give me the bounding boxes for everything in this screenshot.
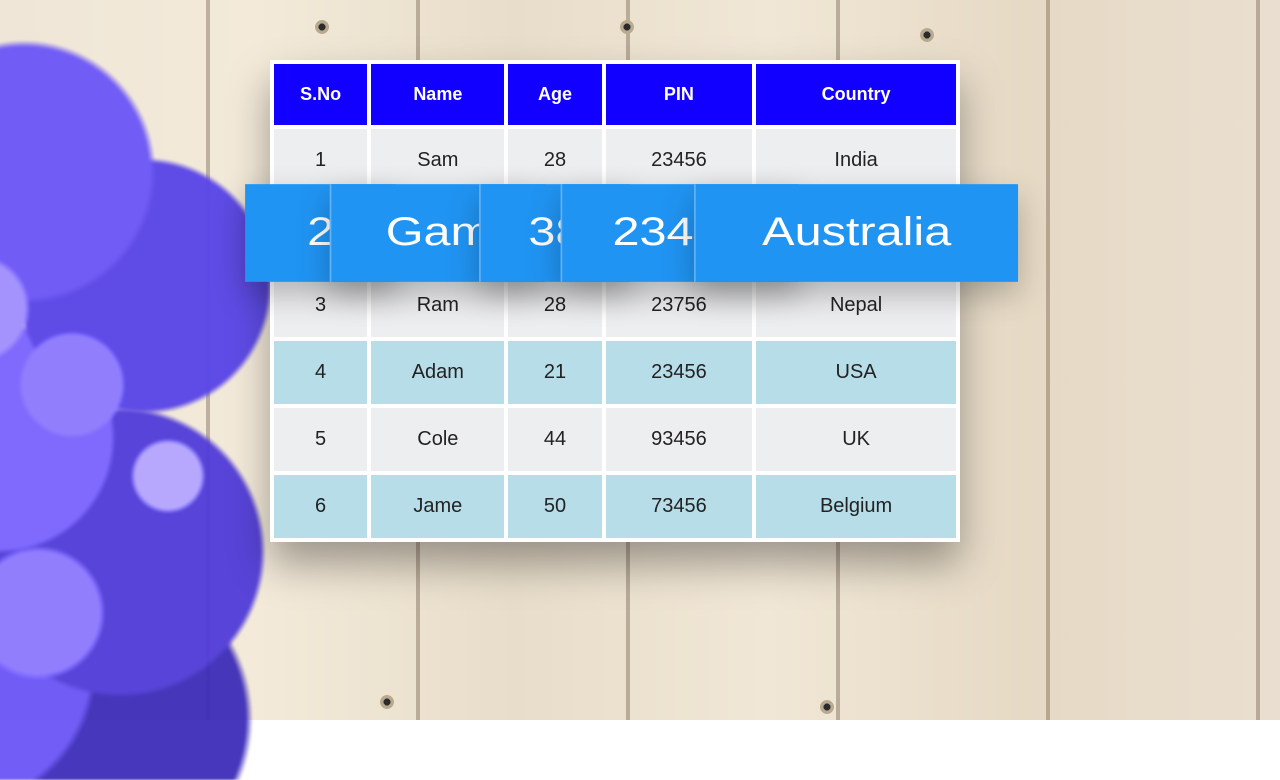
cell-name: Jame <box>371 475 504 538</box>
col-header-name[interactable]: Name <box>371 64 504 125</box>
cell-pin: 23756 <box>606 274 753 337</box>
cell-sno: 6 <box>274 475 367 538</box>
table-row[interactable]: 6Jame5073456Belgium <box>274 475 956 538</box>
cell-sno: 1 <box>274 129 367 192</box>
col-header-sno[interactable]: S.No <box>274 64 367 125</box>
cell-country: Australia <box>694 184 1018 282</box>
table-row[interactable]: 3Ram2823756Nepal <box>274 274 956 337</box>
wood-knot-icon <box>380 695 394 709</box>
wood-knot-icon <box>820 700 834 714</box>
cell-country: UK <box>756 408 956 471</box>
cell-name: Cole <box>371 408 504 471</box>
cell-country: Nepal <box>756 274 956 337</box>
cell-pin: 23456 <box>606 341 753 404</box>
table-header: S.No Name Age PIN Country <box>274 64 956 125</box>
cell-sno: 4 <box>274 341 367 404</box>
col-header-country[interactable]: Country <box>756 64 956 125</box>
table-row[interactable]: 4Adam2123456USA <box>274 341 956 404</box>
col-header-age[interactable]: Age <box>508 64 601 125</box>
cell-sno: 3 <box>274 274 367 337</box>
wood-knot-icon <box>620 20 634 34</box>
cell-age: 28 <box>508 129 601 192</box>
cell-pin: 23456 <box>606 129 753 192</box>
table-row[interactable]: 5Cole4493456UK <box>274 408 956 471</box>
cell-age: 44 <box>508 408 601 471</box>
col-header-pin[interactable]: PIN <box>606 64 753 125</box>
table-row[interactable]: 2Gam3823456Australia <box>274 196 956 270</box>
cell-name: Adam <box>371 341 504 404</box>
cell-pin: 73456 <box>606 475 753 538</box>
cell-country: India <box>756 129 956 192</box>
data-table-container: S.No Name Age PIN Country 1Sam2823456Ind… <box>270 60 960 542</box>
table-header-row: S.No Name Age PIN Country <box>274 64 956 125</box>
cell-country: Belgium <box>756 475 956 538</box>
cell-name: Sam <box>371 129 504 192</box>
table-row[interactable]: 1Sam2823456India <box>274 129 956 192</box>
cell-age: 50 <box>508 475 601 538</box>
cell-country: USA <box>756 341 956 404</box>
cell-name: Ram <box>371 274 504 337</box>
cell-age: 28 <box>508 274 601 337</box>
data-table: S.No Name Age PIN Country 1Sam2823456Ind… <box>270 60 960 542</box>
table-body: 1Sam2823456India2Gam3823456Australia3Ram… <box>274 129 956 538</box>
cell-age: 21 <box>508 341 601 404</box>
cell-pin: 93456 <box>606 408 753 471</box>
cell-sno: 5 <box>274 408 367 471</box>
wood-knot-icon <box>920 28 934 42</box>
